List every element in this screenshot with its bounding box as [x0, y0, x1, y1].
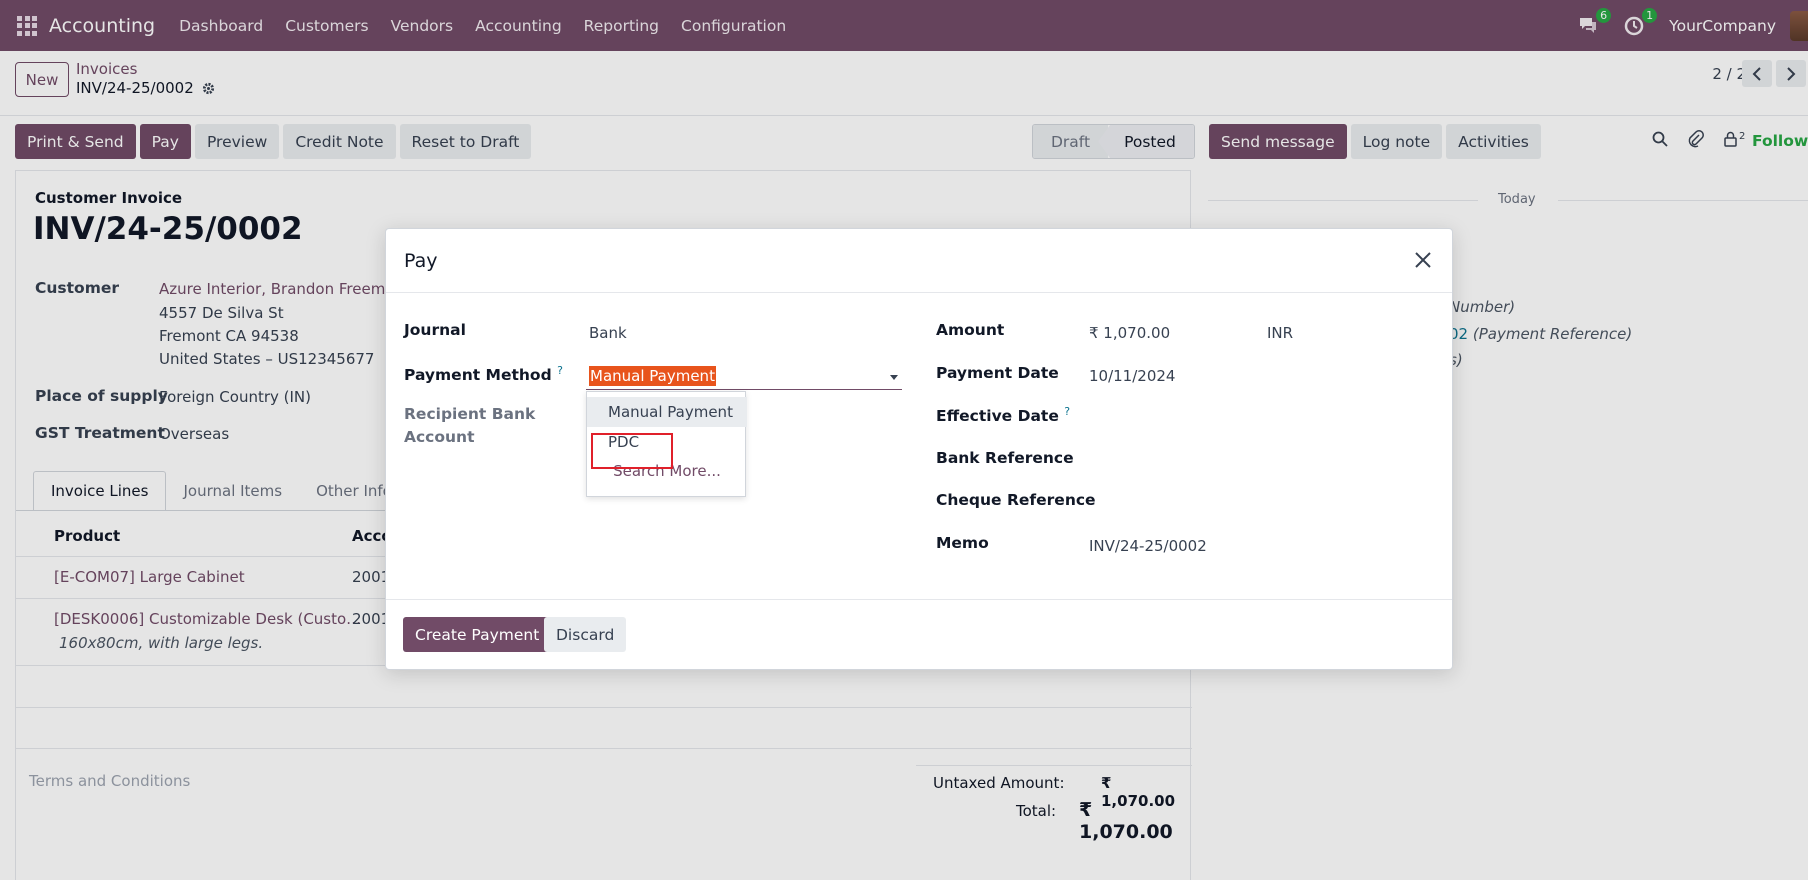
currency-field[interactable]: INR — [1267, 324, 1293, 342]
amount-label: Amount — [936, 321, 1005, 339]
payment-method-selected-text: Manual Payment — [589, 366, 716, 386]
close-icon[interactable] — [1412, 249, 1434, 271]
dropdown-caret-icon[interactable] — [890, 375, 898, 380]
recipient-bank-label: Account — [404, 428, 475, 446]
create-payment-button[interactable]: Create Payment — [403, 617, 552, 652]
help-tooltip-icon[interactable]: ? — [557, 364, 563, 377]
payment-date-field[interactable]: 10/11/2024 — [1089, 367, 1175, 385]
dialog-header: Pay — [386, 229, 1452, 293]
payment-method-label: Payment Method ? — [404, 364, 563, 384]
cheque-reference-field[interactable] — [1089, 491, 1389, 513]
dialog-title: Pay — [404, 250, 438, 272]
pay-dialog: Pay Journal Bank Payment Method ? Manual… — [385, 228, 1453, 670]
dropdown-option-manual-payment[interactable]: Manual Payment — [587, 397, 747, 427]
cheque-reference-label: Cheque Reference — [936, 491, 1096, 509]
payment-method-input[interactable]: Manual Payment — [586, 364, 902, 390]
payment-date-label: Payment Date — [936, 364, 1059, 382]
memo-label: Memo — [936, 534, 989, 552]
discard-button[interactable]: Discard — [544, 617, 627, 652]
journal-field[interactable]: Bank — [589, 324, 627, 342]
bank-reference-label: Bank Reference — [936, 449, 1074, 467]
bank-reference-field[interactable] — [1089, 449, 1389, 471]
payment-method-label-text: Payment Method — [404, 366, 552, 385]
amount-field[interactable]: ₹ 1,070.00 — [1089, 324, 1170, 342]
effective-date-label: Effective Date ? — [936, 405, 1070, 425]
memo-field[interactable]: INV/24-25/0002 — [1089, 537, 1207, 555]
effective-date-label-text: Effective Date — [936, 407, 1059, 426]
help-tooltip-icon[interactable]: ? — [1064, 405, 1070, 418]
highlight-box — [591, 433, 673, 469]
recipient-bank-label: Recipient Bank — [404, 405, 536, 423]
effective-date-field[interactable] — [1089, 405, 1389, 427]
journal-label: Journal — [404, 321, 466, 339]
